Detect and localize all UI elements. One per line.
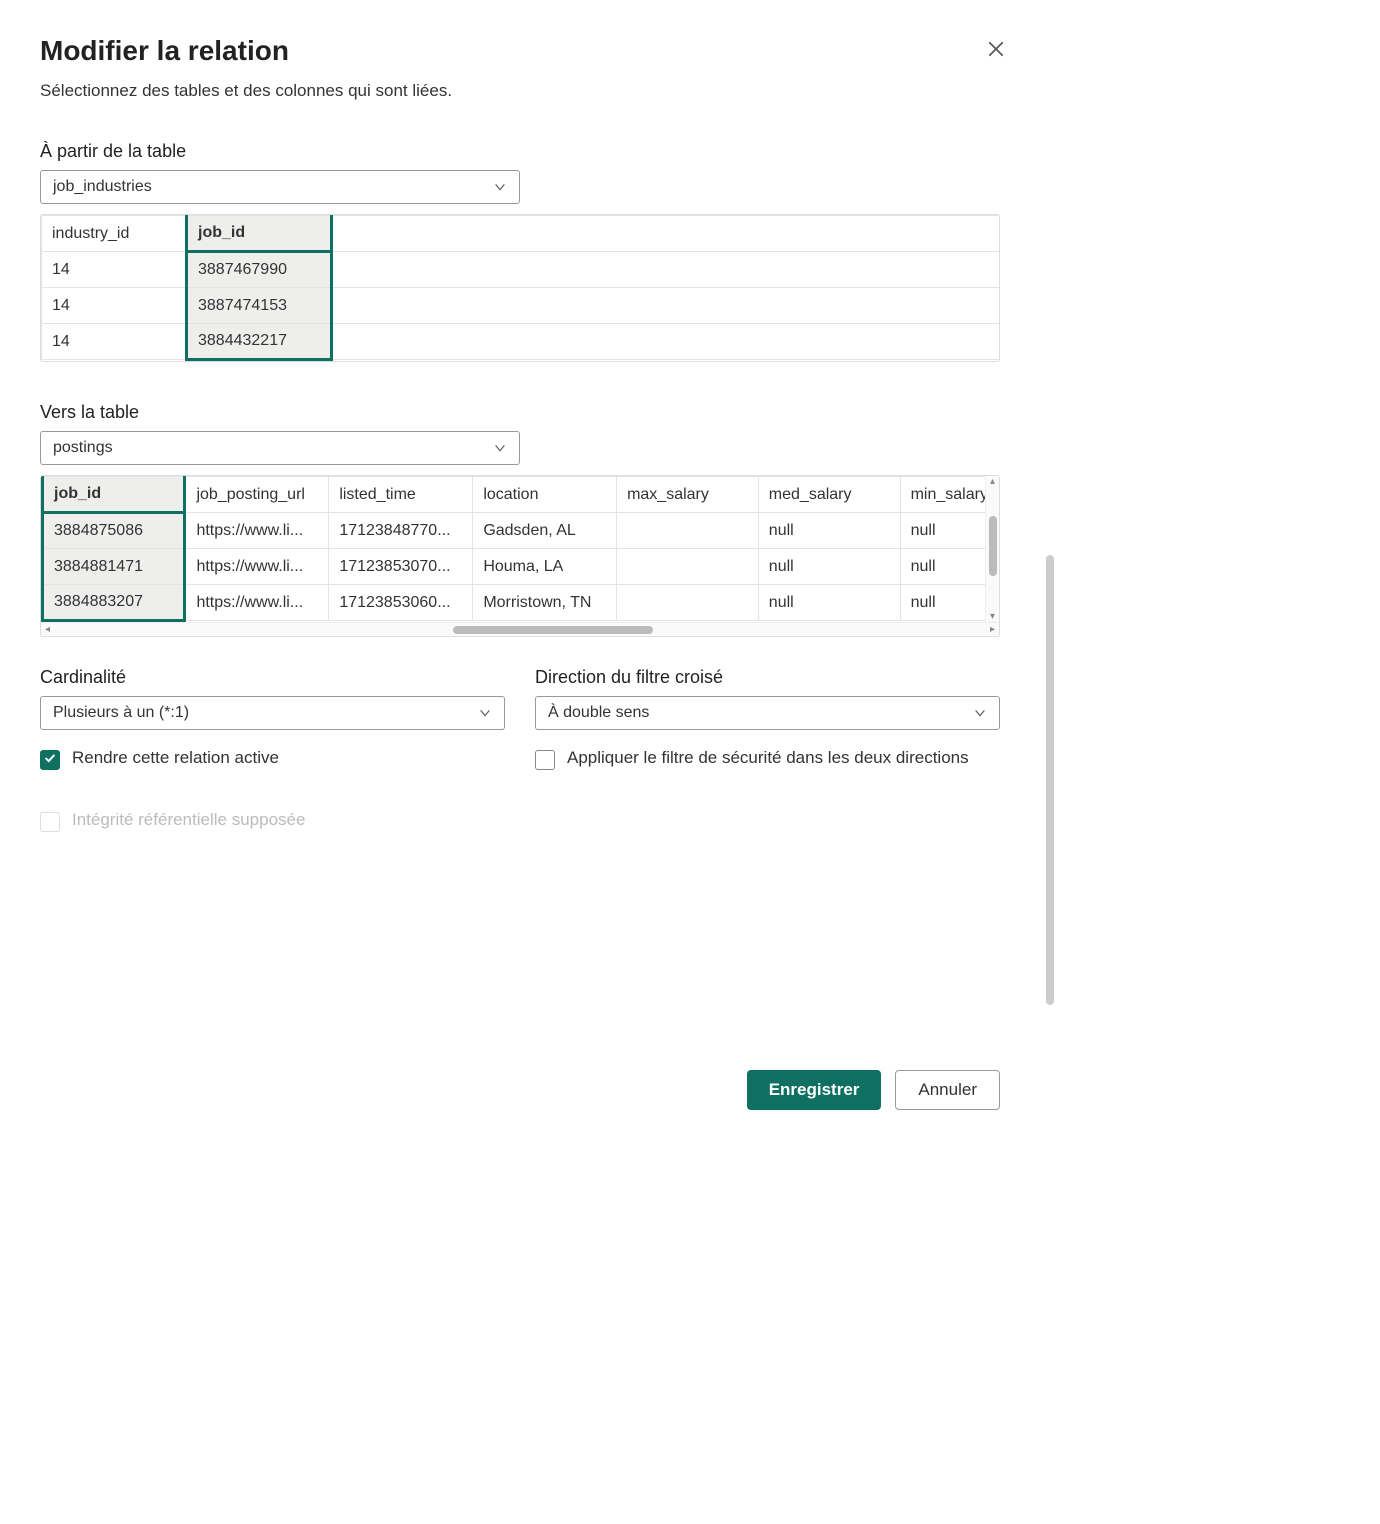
scroll-right-icon: ▸ (986, 624, 999, 635)
column-header-selected[interactable]: job_id (187, 216, 332, 252)
scrollbar-thumb[interactable] (453, 626, 653, 634)
security-both-checkbox[interactable] (535, 750, 555, 770)
crossfilter-label: Direction du filtre croisé (535, 667, 1000, 688)
dialog-scrollbar-thumb[interactable] (1046, 555, 1054, 1005)
cancel-button[interactable]: Annuler (895, 1070, 1000, 1110)
table-row: 14 3887467990 (42, 252, 1000, 288)
chevron-down-icon (493, 180, 507, 194)
cardinality-dropdown[interactable]: Plusieurs à un (*:1) (40, 696, 505, 730)
make-active-checkbox[interactable] (40, 750, 60, 770)
cardinality-selected: Plusieurs à un (*:1) (53, 704, 189, 722)
table-vertical-scrollbar[interactable]: ▴ ▾ (985, 476, 999, 622)
chevron-down-icon (478, 706, 492, 720)
column-header[interactable]: job_posting_url (185, 477, 329, 513)
from-table-dropdown[interactable]: job_industries (40, 170, 520, 204)
scroll-down-icon: ▾ (986, 611, 999, 622)
from-table-preview: industry_id job_id 14 3887467990 14 3887… (40, 214, 1000, 362)
to-table-label: Vers la table (40, 402, 1000, 423)
chevron-down-icon (493, 441, 507, 455)
to-table-selected: postings (53, 439, 113, 457)
security-both-label: Appliquer le filtre de sécurité dans les… (567, 748, 969, 768)
cardinality-label: Cardinalité (40, 667, 505, 688)
to-table-preview: job_id job_posting_url listed_time locat… (40, 475, 1000, 637)
referential-check-row: Intégrité référentielle supposée (40, 810, 505, 832)
edit-relationship-dialog: Modifier la relation Sélectionnez des ta… (0, 0, 1040, 1140)
dialog-subtitle: Sélectionnez des tables et des colonnes … (40, 81, 452, 101)
chevron-down-icon (973, 706, 987, 720)
table-row: 3884875086 https://www.li... 17123848770… (43, 513, 999, 549)
column-header[interactable]: industry_id (42, 216, 187, 252)
scroll-left-icon: ◂ (41, 624, 54, 635)
save-button[interactable]: Enregistrer (747, 1070, 882, 1110)
dialog-footer: Enregistrer Annuler (40, 1040, 1000, 1110)
column-header[interactable]: location (473, 477, 617, 513)
to-table-dropdown[interactable]: postings (40, 431, 520, 465)
column-header[interactable]: max_salary (617, 477, 759, 513)
table-row: 3884883207 https://www.li... 17123853060… (43, 585, 999, 621)
from-table-label: À partir de la table (40, 141, 1000, 162)
column-header-empty (332, 216, 1000, 252)
referential-checkbox (40, 812, 60, 832)
table-row: 14 3887474153 (42, 288, 1000, 324)
table-row: 3884881471 https://www.li... 17123853070… (43, 549, 999, 585)
crossfilter-dropdown[interactable]: À double sens (535, 696, 1000, 730)
dialog-title: Modifier la relation (40, 35, 452, 67)
scrollbar-thumb[interactable] (989, 516, 997, 576)
table-horizontal-scrollbar[interactable]: ◂ ▸ (41, 622, 999, 636)
close-icon (987, 41, 1005, 63)
make-active-label: Rendre cette relation active (72, 748, 279, 768)
crossfilter-selected: À double sens (548, 704, 649, 722)
make-active-check-row[interactable]: Rendre cette relation active (40, 748, 505, 770)
column-header[interactable]: med_salary (758, 477, 900, 513)
column-header[interactable]: listed_time (329, 477, 473, 513)
table-row: 14 3884432217 (42, 324, 1000, 360)
check-icon (43, 750, 57, 770)
scroll-up-icon: ▴ (986, 476, 999, 487)
column-header[interactable]: min_salary (900, 477, 998, 513)
security-both-check-row[interactable]: Appliquer le filtre de sécurité dans les… (535, 748, 1000, 770)
close-button[interactable] (987, 40, 1005, 64)
column-header-selected[interactable]: job_id (43, 477, 185, 513)
referential-label: Intégrité référentielle supposée (72, 810, 305, 830)
from-table-selected: job_industries (53, 178, 152, 196)
